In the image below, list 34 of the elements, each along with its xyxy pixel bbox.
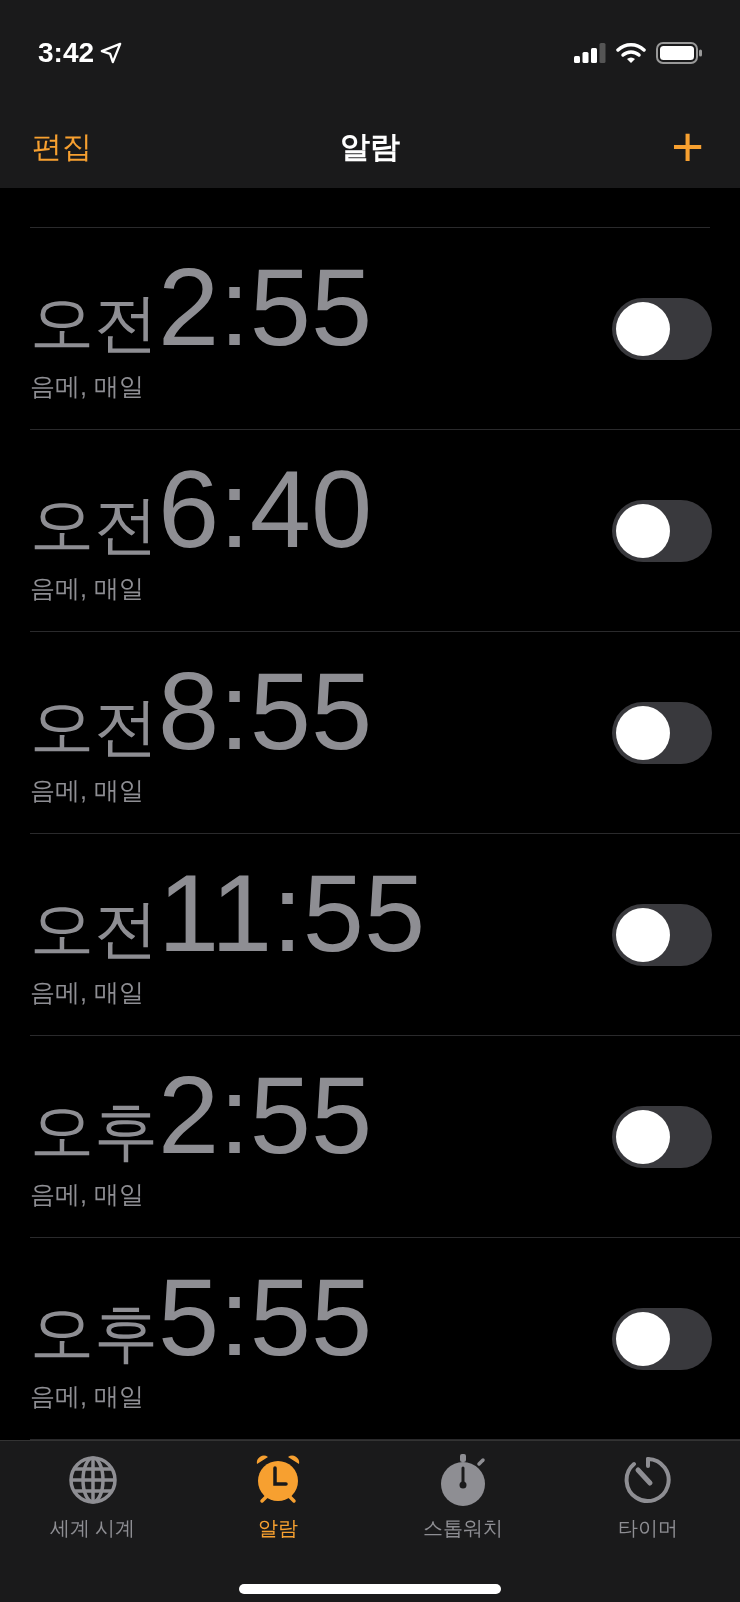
tab[interactable]: 알람 (254, 1453, 301, 1543)
alarm-period: 오후 (30, 1300, 158, 1365)
alarm-period: 오전 (30, 492, 158, 557)
nav-title: 알람 (340, 129, 400, 165)
alarm-label: 음메, 매일 (30, 1178, 145, 1210)
alarm-time: 8:55 (158, 655, 373, 766)
alarm-time: 6:40 (158, 453, 373, 564)
tab[interactable]: 타이머 (617, 1453, 678, 1543)
alarm-clock-icon (254, 1455, 301, 1505)
globe-icon (67, 1455, 118, 1505)
add-button[interactable]: + (671, 118, 708, 175)
alarm-label: 음메, 매일 (30, 774, 145, 806)
alarm-label: 음메, 매일 (30, 1380, 145, 1412)
stopwatch-icon (438, 1454, 487, 1506)
wifi-icon (616, 41, 646, 64)
alarm-time: 2:55 (158, 251, 373, 362)
alarm-period: 오전 (30, 694, 158, 759)
alarm-label: 음메, 매일 (30, 370, 145, 402)
alarm-time: 11:55 (158, 857, 426, 968)
tab[interactable]: 세계 시계 (49, 1453, 136, 1543)
alarm-label: 음메, 매일 (30, 572, 145, 604)
alarm-label: 음메, 매일 (30, 976, 145, 1008)
battery-icon (656, 41, 702, 64)
alarm-period: 오전 (30, 290, 158, 355)
alarm-period: 오후 (30, 1098, 158, 1163)
signal-icon (574, 42, 606, 63)
edit-button[interactable]: 편집 (32, 124, 92, 169)
status-time: 3:42 (38, 35, 95, 70)
alarm-time: 5:55 (158, 1261, 373, 1372)
timer-icon (622, 1455, 673, 1505)
tab[interactable]: 스톱워치 (422, 1453, 503, 1543)
alarm-time: 2:55 (158, 1059, 373, 1170)
location-arrow-icon (100, 41, 123, 64)
alarm-period: 오전 (30, 896, 158, 961)
